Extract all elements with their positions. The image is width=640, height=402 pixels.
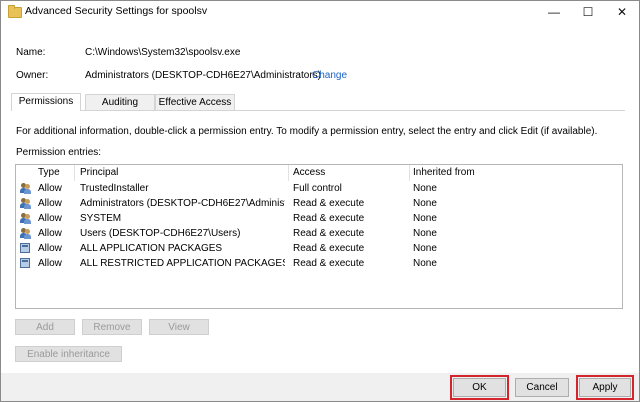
row-type: Allow xyxy=(38,183,62,194)
row-principal: Administrators (DESKTOP-CDH6E27\Administ… xyxy=(80,198,285,209)
view-button[interactable]: View xyxy=(149,319,209,335)
column-header-inherited[interactable]: Inherited from xyxy=(413,165,475,181)
row-principal: Users (DESKTOP-CDH6E27\Users) xyxy=(80,228,241,239)
cancel-button[interactable]: Cancel xyxy=(515,378,569,397)
row-inherited: None xyxy=(413,243,437,254)
owner-label: Owner: xyxy=(16,70,49,81)
row-access: Full control xyxy=(293,183,342,194)
owner-value: Administrators (DESKTOP-CDH6E27\Administ… xyxy=(85,70,321,81)
row-type: Allow xyxy=(38,228,62,239)
column-separator[interactable] xyxy=(409,165,410,181)
row-principal: ALL APPLICATION PACKAGES xyxy=(80,243,223,254)
column-separator[interactable] xyxy=(74,165,75,181)
row-type: Allow xyxy=(38,213,62,224)
table-row[interactable]: Allow Users (DESKTOP-CDH6E27\Users) Read… xyxy=(16,226,622,241)
row-inherited: None xyxy=(413,198,437,209)
tab-auditing[interactable]: Auditing xyxy=(85,94,155,110)
users-icon xyxy=(20,198,31,209)
enable-inheritance-button[interactable]: Enable inheritance xyxy=(15,346,122,362)
row-type: Allow xyxy=(38,258,62,269)
column-header-access[interactable]: Access xyxy=(293,165,325,181)
package-icon xyxy=(20,243,30,253)
row-access: Read & execute xyxy=(293,258,365,269)
column-header-type[interactable]: Type xyxy=(38,165,60,181)
row-type: Allow xyxy=(38,198,62,209)
permission-entries-list[interactable]: Type Principal Access Inherited from All… xyxy=(15,164,623,309)
change-owner-link[interactable]: Change xyxy=(312,70,347,81)
row-principal: ALL RESTRICTED APPLICATION PACKAGES xyxy=(80,258,285,269)
users-icon xyxy=(20,183,31,194)
permission-entries-label: Permission entries: xyxy=(16,147,102,158)
column-separator[interactable] xyxy=(288,165,289,181)
advanced-security-window: Advanced Security Settings for spoolsv —… xyxy=(0,0,640,402)
close-button[interactable]: ✕ xyxy=(605,1,639,23)
row-principal: SYSTEM xyxy=(80,213,122,224)
row-access: Read & execute xyxy=(293,198,365,209)
row-access: Read & execute xyxy=(293,243,365,254)
package-icon xyxy=(20,258,30,268)
table-row[interactable]: Allow TrustedInstaller Full control None xyxy=(16,181,622,196)
window-title: Advanced Security Settings for spoolsv xyxy=(25,5,208,17)
row-access: Read & execute xyxy=(293,213,365,224)
tab-permissions[interactable]: Permissions xyxy=(11,93,81,111)
tab-effective-access[interactable]: Effective Access xyxy=(155,94,235,110)
table-row[interactable]: Allow ALL RESTRICTED APPLICATION PACKAGE… xyxy=(16,256,622,271)
row-inherited: None xyxy=(413,258,437,269)
row-inherited: None xyxy=(413,228,437,239)
row-principal: TrustedInstaller xyxy=(80,183,149,194)
add-button[interactable]: Add xyxy=(15,319,75,335)
apply-highlight-box xyxy=(576,375,634,400)
users-icon xyxy=(20,213,31,224)
name-label: Name: xyxy=(16,47,46,58)
column-header-principal[interactable]: Principal xyxy=(80,165,118,181)
maximize-button[interactable]: ☐ xyxy=(571,1,605,23)
row-inherited: None xyxy=(413,213,437,224)
title-bar[interactable]: Advanced Security Settings for spoolsv —… xyxy=(1,1,639,23)
remove-button[interactable]: Remove xyxy=(82,319,142,335)
table-row[interactable]: Allow ALL APPLICATION PACKAGES Read & ex… xyxy=(16,241,622,256)
ok-highlight-box xyxy=(450,375,509,400)
row-access: Read & execute xyxy=(293,228,365,239)
folder-icon xyxy=(8,5,22,18)
minimize-button[interactable]: — xyxy=(537,1,571,23)
table-row[interactable]: Allow SYSTEM Read & execute None xyxy=(16,211,622,226)
table-row[interactable]: Allow Administrators (DESKTOP-CDH6E27\Ad… xyxy=(16,196,622,211)
name-value: C:\Windows\System32\spoolsv.exe xyxy=(85,47,241,58)
instructions-text: For additional information, double-click… xyxy=(16,126,598,137)
row-type: Allow xyxy=(38,243,62,254)
row-inherited: None xyxy=(413,183,437,194)
users-icon xyxy=(20,228,31,239)
